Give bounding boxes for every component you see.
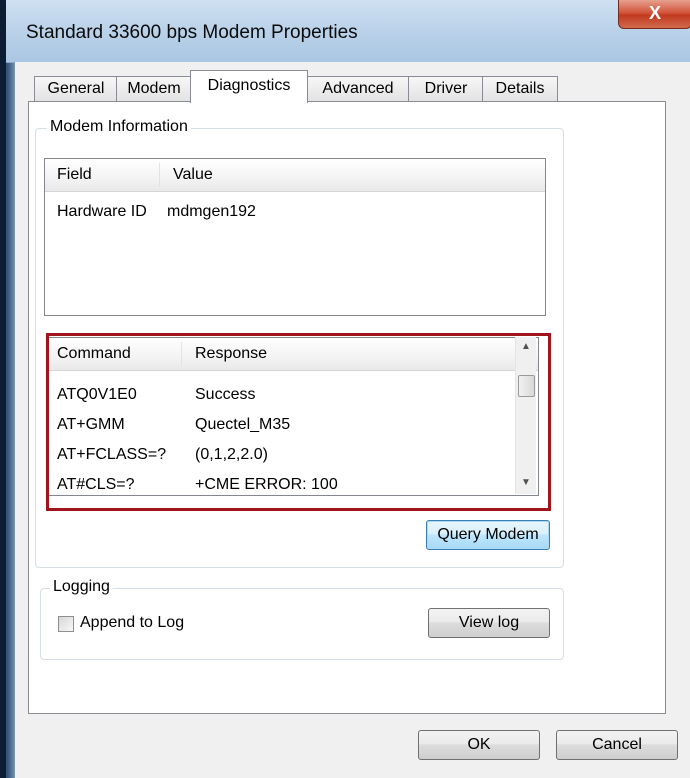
cancel-button[interactable]: Cancel	[556, 730, 678, 760]
tab-modem-label: Modem	[127, 80, 181, 97]
query-modem-button[interactable]: Query Modem	[426, 520, 550, 550]
tab-advanced-label: Advanced	[322, 80, 394, 97]
window-frame-shadow	[0, 0, 6, 778]
tab-general[interactable]: General	[34, 76, 118, 101]
column-value[interactable]: Value	[173, 159, 213, 191]
close-button[interactable]: X	[618, 0, 690, 29]
tab-general-label: General	[47, 80, 105, 97]
append-to-log-checkbox[interactable]	[58, 616, 74, 632]
field-value-header: Field Value	[45, 159, 545, 192]
highlight-annotation-box	[46, 333, 551, 511]
column-separator	[159, 163, 160, 187]
close-icon: X	[648, 3, 661, 23]
append-to-log-label[interactable]: Append to Log	[80, 614, 184, 632]
column-field[interactable]: Field	[57, 159, 92, 191]
hardware-id-value: mdmgen192	[167, 203, 256, 220]
window-title: Standard 33600 bps Modem Properties	[26, 22, 358, 43]
tab-details-label: Details	[495, 80, 545, 97]
tab-driver[interactable]: Driver	[408, 76, 484, 101]
logging-label: Logging	[50, 578, 113, 596]
tab-driver-label: Driver	[424, 80, 468, 97]
view-log-button[interactable]: View log	[428, 608, 550, 638]
tab-details[interactable]: Details	[482, 76, 558, 101]
tab-diagnostics-label: Diagnostics	[207, 77, 291, 94]
ok-button[interactable]: OK	[418, 730, 540, 760]
tab-modem[interactable]: Modem	[116, 76, 192, 101]
modem-information-label: Modem Information	[47, 118, 191, 136]
tab-diagnostics[interactable]: Diagnostics	[190, 70, 308, 103]
field-value-list[interactable]: Field Value Hardware ID mdmgen192	[44, 158, 546, 316]
tab-advanced[interactable]: Advanced	[306, 76, 410, 101]
client-border	[14, 62, 15, 778]
hardware-id-field: Hardware ID	[57, 203, 147, 220]
title-bar[interactable]: Standard 33600 bps Modem Properties X	[6, 0, 690, 63]
